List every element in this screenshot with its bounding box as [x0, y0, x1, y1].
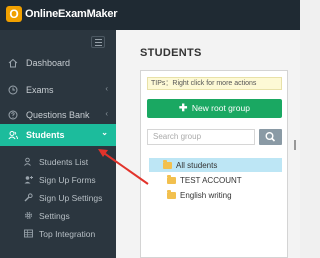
top-bar: O OnlineExamMaker [0, 0, 300, 30]
sidebar-item-label: Students [26, 130, 65, 140]
clock-icon [8, 85, 18, 95]
sidebar-item-questions-bank[interactable]: Questions Bank ‹ [0, 104, 116, 125]
sidebar-subitem-sign-up-forms[interactable]: Sign Up Forms [0, 171, 116, 188]
search-group-input[interactable]: Search group [147, 129, 255, 145]
sidebar-item-students[interactable]: Students ⌄ [0, 124, 116, 146]
users-icon [8, 130, 18, 140]
chevron-left-icon: ‹ [105, 109, 108, 118]
sidebar-subitem-sign-up-settings[interactable]: Sign Up Settings [0, 189, 116, 206]
menu-toggle-icon[interactable] [91, 36, 105, 48]
sidebar-subitem-label: Sign Up Forms [39, 174, 96, 185]
brand-logo[interactable]: O OnlineExamMaker [6, 6, 118, 22]
chevron-down-icon: ⌄ [101, 128, 108, 137]
sidebar-subitem-label: Sign Up Settings [39, 192, 103, 203]
sidebar-subitem-students-list[interactable]: Students List [0, 153, 116, 170]
folder-icon [163, 159, 172, 169]
tree-item-label: TEST ACCOUNT [180, 175, 242, 185]
new-root-group-button[interactable]: ✚ New root group [147, 99, 282, 118]
sidebar-item-label: Exams [26, 84, 54, 95]
tree-item-test-account[interactable]: TEST ACCOUNT [149, 173, 282, 187]
resize-handle[interactable] [294, 140, 296, 150]
sidebar-subitem-label: Settings [39, 210, 70, 221]
user-plus-icon [24, 175, 33, 184]
home-icon [8, 58, 18, 68]
sidebar-item-label: Questions Bank [26, 109, 90, 120]
gear-icon [24, 211, 33, 220]
sidebar-subitem-settings[interactable]: Settings [0, 207, 116, 224]
question-icon [8, 110, 18, 120]
wrench-icon [24, 193, 33, 202]
page-title: STUDENTS [140, 47, 202, 59]
tips-banner: TIPs：Right click for more actions [147, 77, 282, 90]
folder-icon [167, 174, 176, 184]
tree-item-english-writing[interactable]: English writing [149, 188, 282, 202]
sidebar-item-exams[interactable]: Exams ‹ [0, 79, 116, 100]
group-tree-panel: TIPs：Right click for more actions ✚ New … [140, 70, 288, 258]
sidebar-subitem-label: Top Integration [39, 228, 96, 239]
tree-item-label: All students [176, 160, 218, 170]
search-icon [265, 132, 276, 142]
folder-icon [167, 189, 176, 199]
user-list-icon [24, 157, 33, 166]
main-content: STUDENTS TIPs：Right click for more actio… [116, 30, 300, 258]
search-button[interactable] [259, 129, 282, 145]
new-root-group-label: New root group [191, 103, 250, 113]
sidebar-subitem-label: Students List [39, 156, 89, 167]
plus-icon: ✚ [179, 103, 188, 114]
logo-icon: O [6, 6, 22, 22]
sidebar-subitem-top-integration[interactable]: Top Integration [0, 225, 116, 242]
brand-name: OnlineExamMaker [25, 8, 118, 20]
tree-item-label: English writing [180, 190, 232, 200]
sidebar-item-dashboard[interactable]: Dashboard [0, 52, 116, 73]
table-icon [24, 229, 33, 238]
tree-item-all-students[interactable]: All students [149, 158, 282, 172]
sidebar-item-label: Dashboard [26, 57, 71, 68]
chevron-left-icon: ‹ [105, 84, 108, 93]
sidebar: Dashboard Exams ‹ Questions Bank ‹ Stude… [0, 30, 116, 258]
